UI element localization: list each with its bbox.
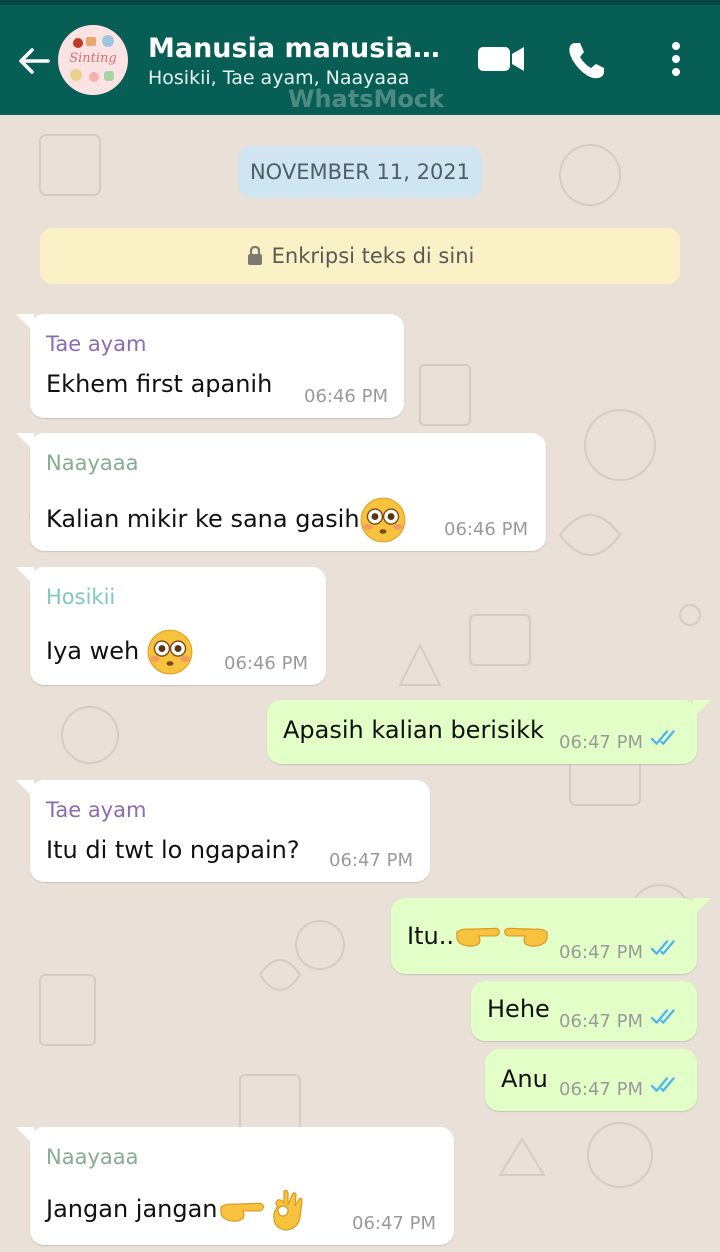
message-bubble-outgoing[interactable]: Itu.. 06:47 PM (391, 898, 711, 974)
message-bubble-incoming[interactable]: Naayaaa Jangan jangan 06:47 PM (16, 1127, 454, 1245)
message-bubble-incoming[interactable]: Hosikii Iya weh 06:46 PM (16, 567, 326, 685)
video-camera-icon[interactable] (476, 39, 526, 83)
message-text: Ekhem first apanih (46, 370, 273, 398)
message-bubble-incoming[interactable]: Naayaaa Kalian mikir ke sana gasih 06:46… (16, 433, 546, 551)
avatar-text: Sinting (69, 51, 117, 66)
encryption-text: Enkripsi teks di sini (271, 244, 475, 268)
pointing-fingers-emoji (454, 920, 550, 954)
message-time: 06:47 PM (559, 1011, 643, 1032)
message-text: Iya weh (46, 629, 193, 675)
message-text: Jangan jangan (46, 1187, 314, 1233)
date-chip: NOVEMBER 11, 2021 (238, 146, 482, 198)
message-bubble-incoming[interactable]: Tae ayam Ekhem first apanih 06:46 PM (16, 314, 404, 418)
double-check-icon (651, 1007, 683, 1031)
message-time: 06:47 PM (559, 942, 643, 963)
message-time: 06:46 PM (304, 386, 388, 407)
message-bubble-outgoing[interactable]: Anu 06:47 PM (485, 1049, 697, 1111)
flushed-face-emoji (147, 629, 193, 675)
more-vertical-icon[interactable] (664, 39, 688, 85)
lock-icon (246, 244, 272, 268)
message-time: 06:46 PM (224, 653, 308, 674)
message-sender: Tae ayam (46, 332, 147, 356)
message-bubble-outgoing[interactable]: Hehe 06:47 PM (471, 981, 697, 1041)
message-bubble-incoming[interactable]: Tae ayam Itu di twt lo ngapain? 06:47 PM (16, 780, 430, 882)
group-avatar[interactable]: Sinting (58, 25, 128, 95)
message-sender: Naayaaa (46, 451, 139, 475)
double-check-icon (651, 728, 683, 752)
message-time: 06:47 PM (329, 850, 413, 871)
chat-header: Sinting Manusia manusia ku… Hosikii, Tae… (0, 5, 720, 115)
double-check-icon (651, 1075, 683, 1099)
message-sender: Hosikii (46, 585, 116, 609)
message-sender: Naayaaa (46, 1145, 139, 1169)
chat-title[interactable]: Manusia manusia ku… (148, 33, 448, 64)
message-text: Anu (501, 1065, 548, 1093)
message-text: Apasih kalian berisikk (283, 716, 544, 744)
pointing-ok-hand-emoji (218, 1187, 314, 1233)
message-text: Itu.. (407, 920, 550, 954)
message-time: 06:47 PM (559, 732, 643, 753)
arrow-left-icon[interactable] (14, 41, 54, 81)
phone-icon[interactable] (566, 39, 608, 85)
message-time: 06:47 PM (559, 1079, 643, 1100)
encryption-notice[interactable]: Enkripsi teks di sini (40, 228, 680, 284)
double-check-icon (651, 938, 683, 962)
message-bubble-outgoing[interactable]: Apasih kalian berisikk 06:47 PM (267, 700, 711, 764)
message-sender: Tae ayam (46, 798, 147, 822)
message-time: 06:46 PM (444, 519, 528, 540)
message-text: Hehe (487, 995, 550, 1023)
message-text: Kalian mikir ke sana gasih (46, 497, 406, 543)
flushed-face-emoji (360, 497, 406, 543)
message-text: Itu di twt lo ngapain? (46, 836, 300, 864)
message-time: 06:47 PM (352, 1213, 436, 1234)
watermark: WhatsMock (288, 85, 445, 113)
